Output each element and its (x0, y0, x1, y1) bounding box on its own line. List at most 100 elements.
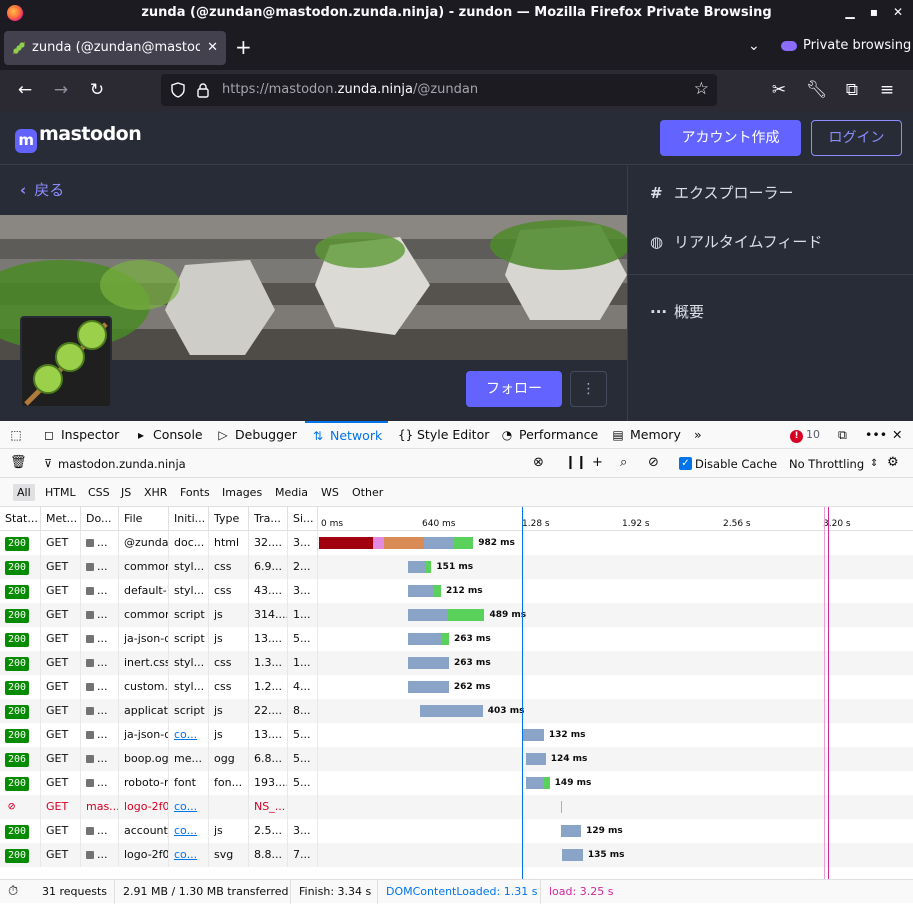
filter-urls-input[interactable]: mastodon.zunda.ninja (58, 457, 186, 471)
cell-initiator: script (169, 627, 209, 651)
filter-all[interactable]: All (13, 484, 35, 501)
cell-initiator: styl... (169, 651, 209, 675)
error-count-badge[interactable]: ! 10 (790, 428, 820, 443)
clear-filter-icon[interactable]: ⊗ (533, 455, 544, 470)
block-icon[interactable]: ⊘ (648, 455, 659, 470)
table-row[interactable]: 200 GET... applicati script js 22.... 8... 403 … (0, 699, 913, 723)
memory-chip-icon: ▤ (612, 428, 624, 442)
gear-icon[interactable]: ⚙ (887, 455, 899, 470)
url-bar[interactable]: https://mastodon.zunda.ninja/@zundan ☆ (161, 74, 717, 106)
screenshot-icon[interactable]: ✂ (769, 80, 789, 100)
filter-html[interactable]: HTML (41, 484, 80, 501)
table-row[interactable]: 200 GET... inert.css styl... css 1.3... 1... 26… (0, 651, 913, 675)
filter-ws[interactable]: WS (317, 484, 343, 501)
tab-debugger[interactable]: ▷ Debugger (216, 421, 297, 449)
col-size[interactable]: Si... (288, 507, 318, 531)
maximize-button[interactable]: ▪ (867, 5, 881, 19)
table-row[interactable]: 200 GET... ja-json-d script js 13.... 5... 263 … (0, 627, 913, 651)
lock-icon[interactable] (196, 82, 210, 98)
minimize-button[interactable]: ▁ (843, 5, 857, 19)
close-devtools-icon[interactable]: ✕ (892, 421, 902, 449)
waterfall-time-label: 262 ms (453, 682, 491, 692)
element-picker-icon[interactable]: ⬚ (9, 421, 28, 449)
menu-hamburger-icon[interactable]: ≡ (877, 80, 897, 100)
filter-xhr[interactable]: XHR (140, 484, 171, 501)
table-row[interactable]: 200 GET... account_ co... js 2.5... 3... 129 ms (0, 819, 913, 843)
pause-icon[interactable]: ❙❙ (565, 455, 587, 470)
waterfall-bar-recv (447, 609, 485, 621)
mastodon-logo[interactable]: m mastodon (15, 123, 142, 153)
extensions-icon[interactable]: ⧉ (842, 80, 862, 100)
reload-icon[interactable]: ↻ (87, 80, 107, 100)
throttling-select[interactable]: No Throttling (789, 457, 864, 471)
wrench-icon[interactable]: 🔧︎ (806, 80, 828, 100)
filter-fonts[interactable]: Fonts (176, 484, 214, 501)
filter-other[interactable]: Other (348, 484, 387, 501)
table-row[interactable]: 200 GET... default-1 styl... css 43.... 3... 21… (0, 579, 913, 603)
sidebar-item-explore[interactable]: # エクスプローラー (650, 182, 794, 203)
close-window-button[interactable]: ✕ (891, 5, 905, 19)
filter-images[interactable]: Images (218, 484, 266, 501)
table-row[interactable]: 200 GET... custom.cstyl...css1.2...4... 262… (0, 675, 913, 699)
clear-trash-icon[interactable]: 🗑︎ (10, 455, 27, 470)
close-tab-icon[interactable]: ✕ (207, 40, 218, 55)
initiator-link[interactable]: co... (174, 824, 197, 837)
table-row[interactable]: 200 GET... common script js 314.... 1... 489 ms (0, 603, 913, 627)
initiator-link[interactable]: co... (174, 800, 197, 813)
cell-domain: ... (81, 843, 119, 867)
col-method[interactable]: Met... (41, 507, 81, 531)
col-initiator[interactable]: Initi... (169, 507, 209, 531)
follow-button[interactable]: フォロー (466, 371, 562, 407)
more-tools-chevron-icon[interactable]: » (694, 421, 702, 449)
col-type[interactable]: Type (209, 507, 249, 531)
bookmark-star-icon[interactable]: ☆ (694, 79, 709, 99)
col-file[interactable]: File (119, 507, 169, 531)
initiator-link[interactable]: co... (174, 728, 197, 741)
stopwatch-icon[interactable]: ⏱︎ (0, 880, 18, 904)
col-status[interactable]: Stat... (0, 507, 41, 531)
filter-media[interactable]: Media (271, 484, 312, 501)
tab-performance[interactable]: ◔ Performance (500, 421, 598, 449)
table-row[interactable]: 200 GET... ja-json-d co... js 13.... 5... 132 m… (0, 723, 913, 747)
cell-status: 200 (0, 819, 41, 843)
shield-icon[interactable] (170, 82, 186, 98)
tab-inspector[interactable]: ◻ Inspector (42, 421, 119, 449)
back-arrow-icon[interactable]: ← (15, 80, 35, 100)
table-row[interactable]: 206 GET... boop.og me... ogg 6.8... 5... 124 ms (0, 747, 913, 771)
sidebar-item-about[interactable]: ··· 概要 (650, 301, 704, 322)
filter-css[interactable]: CSS (84, 484, 114, 501)
back-link[interactable]: ‹ 戻る (20, 179, 64, 200)
tab-style-editor[interactable]: {} Style Editor (398, 421, 489, 449)
signup-button[interactable]: アカウント作成 (660, 120, 801, 156)
filter-js[interactable]: JS (117, 484, 135, 501)
col-transferred[interactable]: Tra... (249, 507, 288, 531)
add-icon[interactable]: + (592, 455, 603, 470)
sidebar-item-live-feed[interactable]: ◍ リアルタイムフィード (650, 231, 822, 252)
new-tab-button[interactable]: + (235, 37, 252, 57)
dock-side-icon[interactable]: ⧉ (838, 421, 847, 449)
tab-memory[interactable]: ▤ Memory (611, 421, 681, 449)
cell-initiator: co... (169, 723, 209, 747)
more-options-button[interactable]: ⋮ (570, 371, 607, 407)
search-icon[interactable]: ⌕ (620, 455, 627, 470)
url-text[interactable]: https://mastodon.zunda.ninja/@zundan (222, 82, 478, 97)
domain-text: ... (97, 848, 108, 861)
table-row[interactable]: ⊘ GET mas... logo-2f0 co... NS_... (0, 795, 913, 819)
login-button[interactable]: ログイン (811, 120, 902, 156)
browser-tab[interactable]: zunda (@zundan@mastodon.zunda.ninja) - z… (4, 31, 226, 65)
list-all-tabs-chevron-icon[interactable]: ⌄ (748, 38, 760, 54)
forward-arrow-icon[interactable]: → (51, 80, 71, 100)
table-row[interactable]: 200 GET... roboto-r font fon... 193.... 5... 14… (0, 771, 913, 795)
col-domain[interactable]: Do... (81, 507, 119, 531)
table-row[interactable]: 200 GET... common styl... css 6.9... 2... 151 m… (0, 555, 913, 579)
tab-network[interactable]: ⇅ Network (305, 421, 389, 449)
table-row[interactable]: 200 GET... logo-2f0 co... svg 8.8... 7... 135 m… (0, 843, 913, 867)
private-mask-icon (781, 40, 797, 51)
disable-cache-checkbox[interactable]: ✓ (679, 457, 692, 470)
table-row[interactable]: 200 GET... @zundandoc...html32....3... 982 … (0, 531, 913, 555)
initiator-link[interactable]: co... (174, 848, 197, 861)
sidebar-label: エクスプローラー (674, 184, 794, 202)
devtools-menu-icon[interactable]: ••• (865, 421, 887, 449)
request-list: 200GET...@zundandoc...html32....3...982 … (0, 531, 913, 879)
tab-console[interactable]: ▸ Console (134, 421, 203, 449)
